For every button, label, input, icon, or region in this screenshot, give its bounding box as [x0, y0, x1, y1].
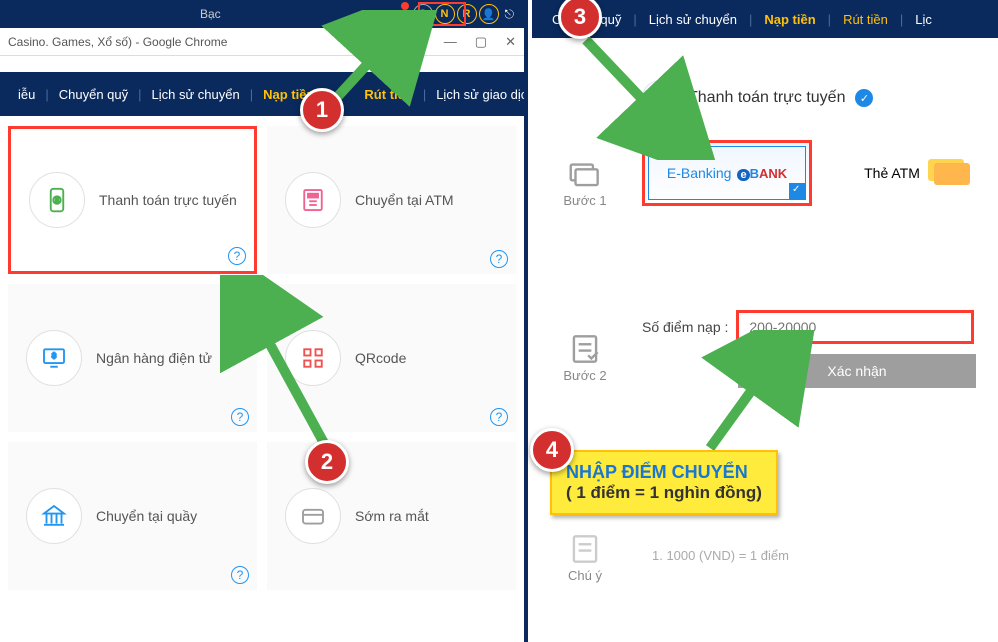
- window-titlebar: Casino. Games, Xổ số) - Google Chrome — …: [0, 28, 524, 56]
- method-ebanking-label: E-Banking: [667, 165, 732, 181]
- cards-icon: [566, 155, 604, 187]
- card-counter[interactable]: Chuyển tại quầy ?: [8, 442, 257, 590]
- nav-item-1[interactable]: Chuyển quỹ: [49, 87, 138, 102]
- monitor-money-icon: $: [26, 330, 82, 386]
- bank-icon: [26, 488, 82, 544]
- annotation-1: 1: [300, 88, 344, 132]
- card-label: Thanh toán trực tuyến: [99, 192, 237, 208]
- annotation-box: NHẬP ĐIỂM CHUYỂN ( 1 điểm = 1 nghìn đồng…: [550, 450, 778, 515]
- payment-methods-grid: $ Thanh toán trực tuyến ? ATM Chuyển tại…: [0, 116, 524, 600]
- form-icon: [566, 330, 604, 362]
- card-online-payment[interactable]: $ Thanh toán trực tuyến ?: [8, 126, 257, 274]
- mail-icon[interactable]: ✉0: [391, 6, 403, 23]
- nav-item-2[interactable]: Lịch sử chuyển: [142, 87, 250, 102]
- points-input-label: Số điểm nạp :: [642, 319, 728, 335]
- card-label: Chuyển tại ATM: [355, 192, 454, 208]
- section-title-text: Thanh toán trực tuyến: [688, 89, 845, 107]
- win-maximize[interactable]: ▢: [475, 34, 487, 50]
- card-qrcode[interactable]: QRcode ?: [267, 284, 516, 432]
- qr-icon: [285, 330, 341, 386]
- atm-icon: ATM: [285, 172, 341, 228]
- annotation-box-line2: ( 1 điểm = 1 nghìn đồng): [566, 483, 762, 503]
- help-icon[interactable]: ?: [490, 408, 508, 426]
- rnav-item-3[interactable]: Rút tiền: [831, 12, 900, 27]
- method-atm-label: Thẻ ATM: [864, 165, 920, 181]
- help-icon[interactable]: ?: [228, 247, 246, 265]
- check-badge-icon: ✓: [855, 89, 873, 107]
- left-navbar: iễu| Chuyển quỹ| Lịch sử chuyển| Nạp tiề…: [0, 72, 524, 116]
- atm-cards-icon: [928, 159, 970, 187]
- step-note-label: Chú ý: [550, 568, 620, 583]
- card-icon: [285, 488, 341, 544]
- step-1: Bước 1: [550, 155, 620, 208]
- step-2-label: Bước 2: [550, 368, 620, 383]
- points-input-row: Số điểm nạp :: [642, 310, 974, 344]
- card-label: Sớm ra mắt: [355, 508, 429, 524]
- points-input[interactable]: [736, 310, 974, 344]
- svg-text:$: $: [52, 351, 57, 360]
- window-buttons: — ▢ ✕: [444, 34, 516, 50]
- card-ebanking[interactable]: $ Ngân hàng điện tử ?: [8, 284, 257, 432]
- top-header: Bạc ✉0 C N R 👤 ⎋: [0, 0, 524, 28]
- help-icon[interactable]: ?: [490, 250, 508, 268]
- annotation-2: 2: [305, 440, 349, 484]
- svg-text:$: $: [55, 198, 59, 205]
- annotation-box-line1: NHẬP ĐIỂM CHUYỂN: [566, 462, 762, 483]
- note-text: 1. 1000 (VND) = 1 điểm: [652, 548, 789, 563]
- card-label: QRcode: [355, 350, 406, 366]
- rnav-item-4[interactable]: Lịc: [903, 12, 944, 27]
- phone-money-icon: $: [29, 172, 85, 228]
- win-minimize[interactable]: —: [444, 34, 457, 50]
- method-ebanking[interactable]: E-Banking eBANK: [642, 140, 812, 206]
- nav-item-0[interactable]: iễu: [8, 87, 45, 102]
- note-icon: [566, 530, 604, 562]
- step-1-label: Bước 1: [550, 193, 620, 208]
- header-icon-user[interactable]: 👤: [479, 4, 499, 24]
- ebank-logo: eBANK: [737, 166, 787, 181]
- phone-money-icon: [642, 80, 678, 116]
- step-2: Bước 2: [550, 330, 620, 383]
- annotation-highlight-n: [418, 2, 466, 26]
- help-icon[interactable]: ?: [231, 408, 249, 426]
- mail-badge: 0: [401, 2, 409, 10]
- annotation-4: 4: [530, 428, 574, 472]
- rnav-item-2[interactable]: Nạp tiền: [752, 12, 827, 27]
- card-label: Ngân hàng điện tử: [96, 350, 212, 366]
- logout-icon[interactable]: ⎋: [505, 7, 515, 22]
- card-atm-transfer[interactable]: ATM Chuyển tại ATM ?: [267, 126, 516, 274]
- nav-item-4[interactable]: Rút tiền: [354, 87, 422, 102]
- rnav-item-1[interactable]: Lịch sử chuyển: [637, 12, 749, 27]
- nav-item-5[interactable]: Lịch sử giao dịch: [426, 87, 524, 102]
- win-close[interactable]: ✕: [505, 34, 516, 50]
- section-title: Thanh toán trực tuyến ✓: [642, 80, 873, 116]
- card-label: Chuyển tại quầy: [96, 508, 197, 524]
- confirm-button[interactable]: Xác nhận: [738, 354, 976, 388]
- help-icon[interactable]: ?: [231, 566, 249, 584]
- selected-corner-icon: [789, 183, 805, 199]
- window-title: Casino. Games, Xổ số) - Google Chrome: [8, 35, 227, 49]
- method-atm[interactable]: Thẻ ATM: [832, 140, 998, 206]
- rank-label: Bạc: [200, 7, 221, 21]
- step-note: Chú ý: [550, 530, 620, 583]
- svg-text:ATM: ATM: [309, 194, 317, 198]
